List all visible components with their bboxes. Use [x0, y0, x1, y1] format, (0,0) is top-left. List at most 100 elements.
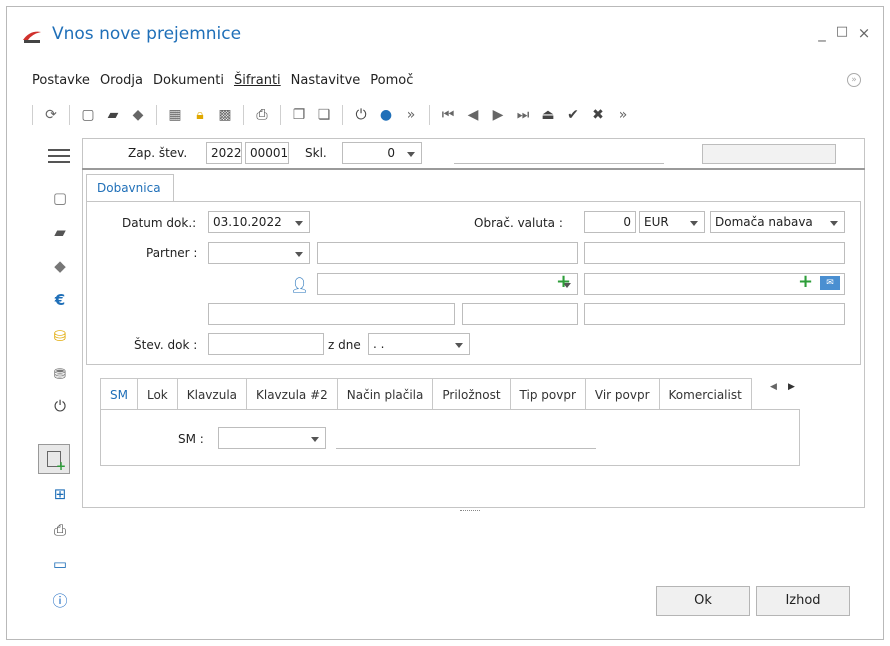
confirm-icon[interactable]: ✔ — [564, 106, 582, 124]
address-field-3[interactable] — [584, 303, 845, 325]
table-search-icon[interactable]: ⊞ — [50, 484, 70, 504]
toolbar-separator — [32, 105, 33, 125]
add-secondary-contact-icon[interactable]: + — [798, 271, 813, 292]
tab-scroll-left-icon[interactable]: ◀ — [770, 382, 777, 392]
nabava-dropdown[interactable]: Domača nabava — [710, 211, 845, 233]
tab-scroll-right-icon[interactable]: ▶ — [788, 382, 795, 392]
number-field[interactable]: 00001 — [245, 142, 289, 164]
columns-icon[interactable]: ▭ — [50, 554, 70, 574]
datum-field[interactable]: 03.10.2022 — [208, 211, 310, 233]
tab-dobavnica[interactable]: Dobavnica — [86, 174, 174, 202]
valuta-label: Obrač. valuta : — [474, 216, 563, 230]
add-email-icon[interactable]: ✉ — [820, 276, 840, 290]
grid-icon[interactable]: ▩ — [216, 106, 234, 124]
window-title: Vnos nove prejemnice — [52, 24, 242, 44]
status-field — [702, 144, 836, 164]
minimize-button[interactable]: _ — [814, 24, 830, 42]
eject-icon[interactable]: ⏏ — [539, 106, 557, 124]
print-icon[interactable]: ⎙ — [50, 520, 70, 540]
contact-dropdown[interactable] — [317, 273, 578, 295]
stev-dok-label: Štev. dok : — [134, 338, 198, 352]
app-logo-icon — [23, 31, 41, 43]
toolbar-separator — [243, 105, 244, 125]
datum-label: Datum dok.: — [122, 216, 197, 230]
power-icon[interactable]: ⏻ — [352, 106, 370, 124]
refresh-icon[interactable]: ⟳ — [42, 106, 60, 124]
help-icon[interactable]: ● — [377, 106, 395, 124]
year-field[interactable]: 2022 — [206, 142, 242, 164]
database-add-icon[interactable]: ⛁ — [50, 326, 70, 346]
first-record-icon[interactable]: ⏮ — [439, 106, 457, 124]
cancel-icon[interactable]: ✖ — [589, 106, 607, 124]
eraser-icon[interactable]: ◆ — [129, 106, 147, 124]
folder-icon[interactable]: ▰ — [50, 222, 70, 242]
calculator-icon[interactable]: ▦ — [166, 106, 184, 124]
toolbar-separator — [280, 105, 281, 125]
menu-postavke[interactable]: Postavke — [32, 73, 90, 88]
address-field-2[interactable] — [462, 303, 578, 325]
resize-grip[interactable] — [460, 510, 480, 511]
valuta-amount-field[interactable]: 0 — [584, 211, 636, 233]
add-contact-icon[interactable]: + — [556, 271, 571, 292]
tab-vir-povpr[interactable]: Vir povpr — [584, 378, 659, 410]
eraser-icon[interactable]: ◆ — [50, 256, 70, 276]
last-record-icon[interactable]: ⏭ — [514, 106, 532, 124]
menu-bar: Postavke Orodja Dokumenti Šifranti Nasta… — [32, 73, 413, 88]
close-button[interactable]: × — [856, 24, 872, 42]
maximize-button[interactable]: □ — [834, 24, 850, 39]
person-icon: 👤︎ — [290, 276, 310, 294]
sm-dropdown[interactable] — [218, 427, 326, 449]
menu-pomoc[interactable]: Pomoč — [370, 73, 413, 88]
menu-orodja[interactable]: Orodja — [100, 73, 143, 88]
document-settings-icon[interactable]: ⛃ — [50, 364, 70, 384]
previous-record-icon[interactable]: ◀ — [464, 106, 482, 124]
toolbar-separator — [69, 105, 70, 125]
more-icon[interactable]: » — [402, 106, 420, 124]
partner-name-field[interactable] — [317, 242, 578, 264]
next-record-icon[interactable]: ▶ — [489, 106, 507, 124]
paste-icon[interactable]: ❏ — [315, 106, 333, 124]
folder-icon[interactable]: ▰ — [104, 106, 122, 124]
sm-name-field — [336, 427, 596, 449]
tab-nacin-placila[interactable]: Način plačila — [336, 378, 433, 410]
new-item-button[interactable]: + — [38, 444, 70, 474]
stev-dok-field[interactable] — [208, 333, 324, 355]
new-document-icon[interactable]: ▢ — [79, 106, 97, 124]
print-icon[interactable]: ⎙ — [253, 106, 271, 124]
lock-icon[interactable]: 🔒︎ — [191, 106, 209, 124]
tab-klavzula[interactable]: Klavzula — [176, 378, 246, 410]
euro-icon[interactable]: € — [50, 290, 70, 310]
plus-icon: + — [56, 459, 67, 473]
tab-priloznost[interactable]: Priložnost — [432, 378, 510, 410]
hamburger-menu-icon[interactable] — [48, 145, 70, 167]
toolbar-separator — [429, 105, 430, 125]
header-divider — [82, 168, 865, 170]
skl-dropdown[interactable]: 0 — [342, 142, 422, 164]
partner-address-field[interactable] — [584, 242, 845, 264]
tab-klavzula-2[interactable]: Klavzula #2 — [246, 378, 337, 410]
menu-dokumenti[interactable]: Dokumenti — [153, 73, 224, 88]
new-document-icon[interactable]: ▢ — [50, 188, 70, 208]
z-dne-field[interactable]: . . — [368, 333, 470, 355]
tab-tip-povpr[interactable]: Tip povpr — [509, 378, 585, 410]
toolbar-separator — [342, 105, 343, 125]
z-dne-label: z dne — [328, 338, 361, 352]
ok-button[interactable]: Ok — [656, 586, 750, 616]
menu-collapse-icon[interactable]: » — [847, 73, 861, 87]
subtab-bar: SM Lok Klavzula Klavzula #2 Način plačil… — [100, 378, 752, 410]
power-icon[interactable]: ⏻ — [50, 396, 70, 416]
info-icon[interactable]: ⓘ — [50, 590, 70, 610]
tab-sm[interactable]: SM — [100, 378, 137, 410]
exit-button[interactable]: Izhod — [756, 586, 850, 616]
address-field-1[interactable] — [208, 303, 455, 325]
more-icon[interactable]: » — [614, 106, 632, 124]
partner-code-dropdown[interactable] — [208, 242, 310, 264]
copy-icon[interactable]: ❐ — [290, 106, 308, 124]
tab-komercialist[interactable]: Komercialist — [658, 378, 752, 410]
menu-sifranti[interactable]: Šifranti — [234, 73, 281, 88]
menu-nastavitve[interactable]: Nastavitve — [291, 73, 361, 88]
tab-lok[interactable]: Lok — [136, 378, 177, 410]
currency-dropdown[interactable]: EUR — [639, 211, 705, 233]
toolbar: ⟳ ▢ ▰ ◆ ▦ 🔒︎ ▩ ⎙ ❐ ❏ ⏻ ● » ⏮ ◀ ▶ ⏭ ⏏ ✔ ✖… — [30, 100, 632, 130]
zap-label: Zap. štev. — [128, 146, 188, 160]
